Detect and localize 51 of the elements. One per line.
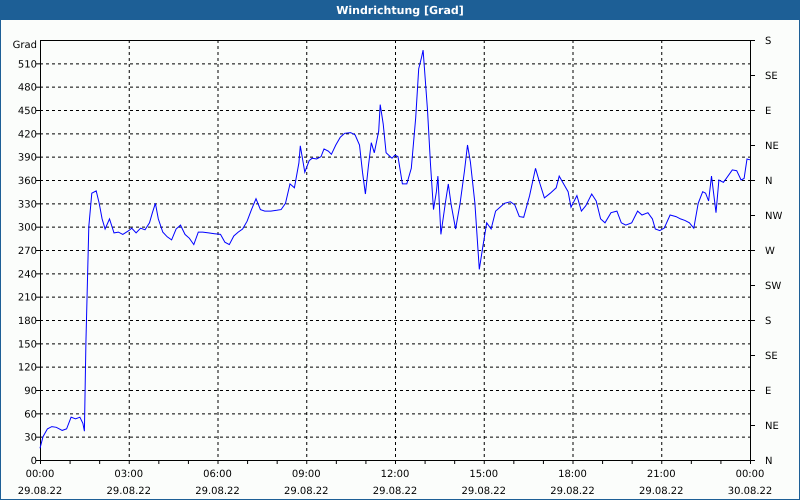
x-tick-label: 18:00 [558, 469, 587, 480]
compass-tick-label: W [765, 246, 775, 257]
compass-tick-label: S [765, 316, 772, 327]
y-tick-label: 270 [18, 246, 37, 257]
y-tick-label: 360 [18, 176, 37, 187]
window-title: Windrichtung [Grad] [1, 0, 799, 20]
x-tick-label: 21:00 [646, 469, 676, 480]
compass-tick-label: N [765, 176, 772, 187]
compass-tick-label: E [765, 386, 772, 397]
x-tick-date: 29.08.22 [638, 486, 684, 497]
compass-tick-label: NE [765, 141, 779, 152]
y-tick-label: 420 [18, 129, 37, 140]
x-tick-label: 09:00 [292, 469, 321, 480]
x-tick-label: 12:00 [380, 469, 410, 480]
y-tick-label: 330 [18, 199, 37, 210]
y-tick-label: 60 [24, 409, 37, 420]
x-tick-label: 06:00 [203, 469, 232, 480]
compass-tick-label: SE [765, 351, 778, 362]
y-tick-label: 390 [18, 152, 37, 164]
x-tick-date: 30.08.22 [728, 486, 772, 497]
x-tick-date: 29.08.22 [106, 486, 152, 497]
y-tick-label: 450 [18, 106, 37, 117]
y-tick-label: 30 [24, 432, 37, 444]
x-tick-label: 15:00 [469, 469, 498, 480]
y-tick-label: 120 [18, 362, 37, 374]
x-tick-date: 29.08.22 [550, 486, 595, 497]
x-tick-date: 29.08.22 [284, 486, 329, 497]
compass-tick-label: SE [765, 71, 778, 82]
y-tick-label: 0 [30, 456, 37, 467]
x-tick-date: 29.08.22 [18, 486, 62, 497]
y-tick-label: 180 [18, 316, 37, 327]
x-tick-label: 00:00 [736, 469, 764, 480]
compass-tick-label: NE [765, 421, 779, 432]
y-tick-label: 90 [24, 386, 37, 397]
y-tick-label: 210 [18, 292, 37, 304]
x-tick-label: 03:00 [114, 469, 144, 480]
x-tick-date: 29.08.22 [372, 486, 418, 497]
compass-tick-label: E [765, 106, 772, 117]
compass-tick-label: NW [765, 211, 782, 222]
x-tick-label: 00:00 [26, 469, 54, 480]
y-tick-label: 300 [18, 222, 37, 234]
compass-tick-label: N [765, 456, 772, 467]
y-axis-title: Grad [12, 40, 37, 51]
x-tick-date: 29.08.22 [195, 486, 240, 497]
compass-tick-label: SW [765, 281, 782, 292]
y-tick-label: 150 [18, 339, 37, 350]
y-tick-label: 510 [18, 59, 37, 70]
y-tick-label: 480 [18, 82, 37, 94]
compass-tick-label: S [765, 36, 772, 47]
x-tick-date: 29.08.22 [461, 486, 506, 497]
y-tick-label: 240 [18, 269, 37, 280]
